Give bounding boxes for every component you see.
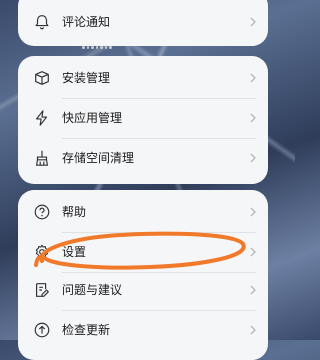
chevron-right-icon [250, 17, 256, 27]
chevron-right-icon [250, 247, 256, 257]
settings-group-storage: 安装管理 快应用管理 存储空间清理 [18, 56, 268, 184]
chevron-right-icon [250, 325, 256, 335]
menu-item-install-management[interactable]: 安装管理 [18, 58, 268, 98]
lightning-icon [32, 108, 52, 128]
menu-item-label: 设置 [62, 245, 87, 259]
menu-item-label: 问题与建议 [62, 283, 123, 297]
update-icon [32, 320, 52, 340]
menu-item-feedback[interactable]: 问题与建议 [18, 270, 268, 310]
menu-item-label: 存储空间清理 [62, 151, 135, 165]
menu-item-check-update[interactable]: 检查更新 [18, 310, 268, 350]
page-indicator [82, 44, 113, 50]
menu-item-label: 帮助 [62, 205, 87, 219]
menu-item-help[interactable]: 帮助 [18, 192, 268, 232]
menu-item-label: 安装管理 [62, 71, 111, 85]
menu-item-label: 评论通知 [62, 15, 111, 29]
help-icon [32, 202, 52, 222]
broom-icon [32, 148, 52, 168]
chevron-right-icon [250, 113, 256, 123]
box-icon [32, 68, 52, 88]
menu-item-comment-notifications[interactable]: 评论通知 [18, 2, 268, 42]
chevron-right-icon [250, 285, 256, 295]
feedback-icon [32, 280, 52, 300]
settings-group-notifications: 评论通知 [18, 0, 268, 46]
menu-item-storage-cleanup[interactable]: 存储空间清理 [18, 138, 268, 178]
menu-item-label: 检查更新 [62, 323, 111, 337]
gear-icon [32, 242, 52, 262]
chevron-right-icon [250, 207, 256, 217]
menu-item-label: 快应用管理 [62, 111, 123, 125]
chevron-right-icon [250, 153, 256, 163]
chevron-right-icon [250, 73, 256, 83]
settings-group-support: 帮助 设置 问题与建议 检查更新 [18, 190, 268, 360]
menu-item-quick-app-management[interactable]: 快应用管理 [18, 98, 268, 138]
bell-icon [32, 12, 52, 32]
menu-item-settings[interactable]: 设置 [18, 232, 268, 272]
